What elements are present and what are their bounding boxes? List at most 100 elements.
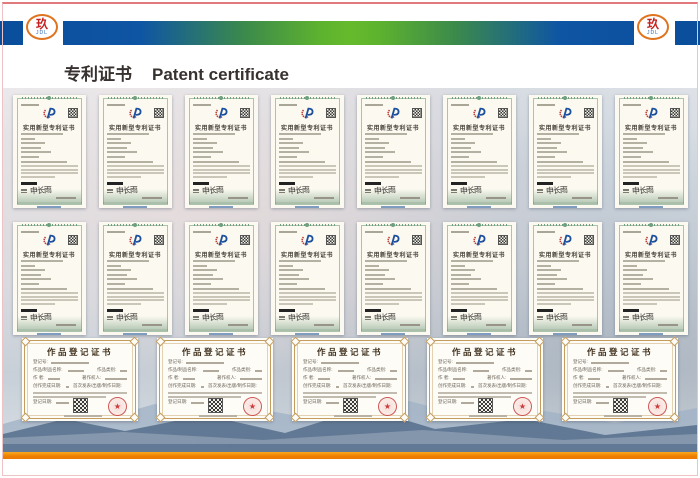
certificate-top-ornament <box>108 224 163 226</box>
signature-row: 申长雨 <box>451 187 481 195</box>
certificate-top-ornament <box>22 224 77 226</box>
director-signature: 申长雨 <box>459 313 481 322</box>
certificate-body-text <box>21 260 78 307</box>
field-label-category: 作品类别: <box>367 368 386 373</box>
issue-date-line <box>142 324 162 326</box>
jdl-logo-left: 玖 JDL <box>26 14 58 40</box>
certificate-body-text <box>21 133 78 180</box>
signature-row: 申长雨 <box>451 314 481 322</box>
work-registration-certificate: 作品登记证书 登记号: 作品/制品名称: 作品类别: 作 者: 著作权人: 创作… <box>562 338 678 421</box>
certificate-caption-line <box>553 333 577 335</box>
cnipa-emblem-icon <box>386 234 400 247</box>
certificate-caption-line <box>381 206 405 208</box>
patent-certificate: 实用新型专利证书 申长雨 <box>443 222 516 335</box>
field-label-author: 作 者: <box>438 376 450 381</box>
cnipa-emblem-icon <box>558 234 572 247</box>
certificate-top-ornament <box>624 97 679 99</box>
field-label-reg-date: 登记日期: <box>168 401 187 406</box>
issue-date-line <box>400 324 420 326</box>
field-label-reg-no: 登记号: <box>33 360 48 365</box>
signature-row: 申长雨 <box>21 314 51 322</box>
certificate-body-text <box>365 133 422 180</box>
field-label-rights-holder: 著作权人: <box>217 376 236 381</box>
director-signature: 申长雨 <box>287 186 309 195</box>
certificate-number-line <box>21 104 39 106</box>
field-label-work-name: 作品/制品名称: <box>168 368 198 373</box>
certificate-body-text <box>365 260 422 307</box>
qr-code-icon <box>154 235 164 245</box>
certificate-body-text <box>193 133 250 180</box>
patent-certificate-title: 实用新型专利证书 <box>271 123 344 132</box>
red-star-seal-icon: ★ <box>108 397 127 416</box>
director-signature: 申长雨 <box>287 313 309 322</box>
director-signature: 申长雨 <box>29 313 51 322</box>
certificate-caption-line <box>295 333 319 335</box>
cnipa-emblem-icon <box>128 234 142 247</box>
certificate-body-text <box>279 133 336 180</box>
corner-ornament <box>535 413 545 423</box>
director-signature: 申长雨 <box>545 313 567 322</box>
issue-date-line <box>400 197 420 199</box>
certificate-number-line <box>107 231 125 233</box>
qr-code-icon <box>154 108 164 118</box>
barcode-bar <box>537 182 553 185</box>
director-signature: 申长雨 <box>201 186 223 195</box>
cnipa-emblem-icon <box>644 234 658 247</box>
certificate-caption-line <box>553 206 577 208</box>
certificate-number-line <box>365 104 383 106</box>
director-label <box>193 315 199 321</box>
field-label-work-name: 作品/制品名称: <box>33 368 63 373</box>
field-label-author: 作 者: <box>168 376 180 381</box>
cnipa-emblem-icon <box>472 107 486 120</box>
field-label-completion-date: 创作完成日期: <box>168 385 196 390</box>
field-label-rights-holder: 著作权人: <box>82 376 101 381</box>
patent-certificate: 实用新型专利证书 申长雨 <box>357 95 430 208</box>
certificates-background: 实用新型专利证书 申长雨 <box>3 88 697 452</box>
cnipa-emblem-icon <box>42 234 56 247</box>
certificate-body-text <box>451 260 508 307</box>
certificate-top-ornament <box>624 224 679 226</box>
certificate-caption-line <box>469 415 507 417</box>
patent-certificate-title: 实用新型专利证书 <box>529 250 602 259</box>
qr-code-icon <box>343 398 358 413</box>
orange-accent-bar <box>3 452 697 459</box>
jdl-logo-right: 玖 JDL <box>637 14 669 40</box>
barcode-bar <box>21 309 37 312</box>
certificate-top-ornament <box>538 224 593 226</box>
field-label-completion-date: 创作完成日期: <box>303 385 331 390</box>
director-signature: 申长雨 <box>631 186 653 195</box>
certificate-body-text <box>193 260 250 307</box>
barcode-bar <box>365 309 381 312</box>
certificate-caption-line <box>123 206 147 208</box>
work-registration-certificate: 作品登记证书 登记号: 作品/制品名称: 作品类别: 作 者: 著作权人: 创作… <box>427 338 543 421</box>
director-signature: 申长雨 <box>373 186 395 195</box>
barcode-bar <box>107 309 123 312</box>
corner-ornament <box>265 413 275 423</box>
director-label <box>537 315 543 321</box>
patent-certificate-title: 实用新型专利证书 <box>443 250 516 259</box>
patent-certificate-title: 实用新型专利证书 <box>271 250 344 259</box>
field-label-reg-no: 登记号: <box>168 360 183 365</box>
barcode-bar <box>623 182 639 185</box>
field-label-first-publish: 首次发表/出版/制作日期: <box>613 385 662 390</box>
director-signature: 申长雨 <box>631 313 653 322</box>
patent-certificate: 实用新型专利证书 申长雨 <box>185 95 258 208</box>
director-label <box>623 188 629 194</box>
issue-date-line <box>142 197 162 199</box>
field-label-work-name: 作品/制品名称: <box>303 368 333 373</box>
cnipa-emblem-icon <box>558 107 572 120</box>
footer-strip <box>3 459 697 475</box>
field-label-first-publish: 首次发表/出版/制作日期: <box>208 385 257 390</box>
barcode-bar <box>193 182 209 185</box>
patent-certificate-title: 实用新型专利证书 <box>13 250 86 259</box>
certificate-caption-line <box>467 206 491 208</box>
patent-certificate: 实用新型专利证书 申长雨 <box>443 95 516 208</box>
patent-certificate: 实用新型专利证书 申长雨 <box>271 95 344 208</box>
qr-code-icon <box>208 398 223 413</box>
director-label <box>107 315 113 321</box>
signature-row: 申长雨 <box>623 187 653 195</box>
field-label-category: 作品类别: <box>97 368 116 373</box>
director-label <box>451 188 457 194</box>
certificate-top-ornament <box>366 224 421 226</box>
director-signature: 申长雨 <box>459 186 481 195</box>
